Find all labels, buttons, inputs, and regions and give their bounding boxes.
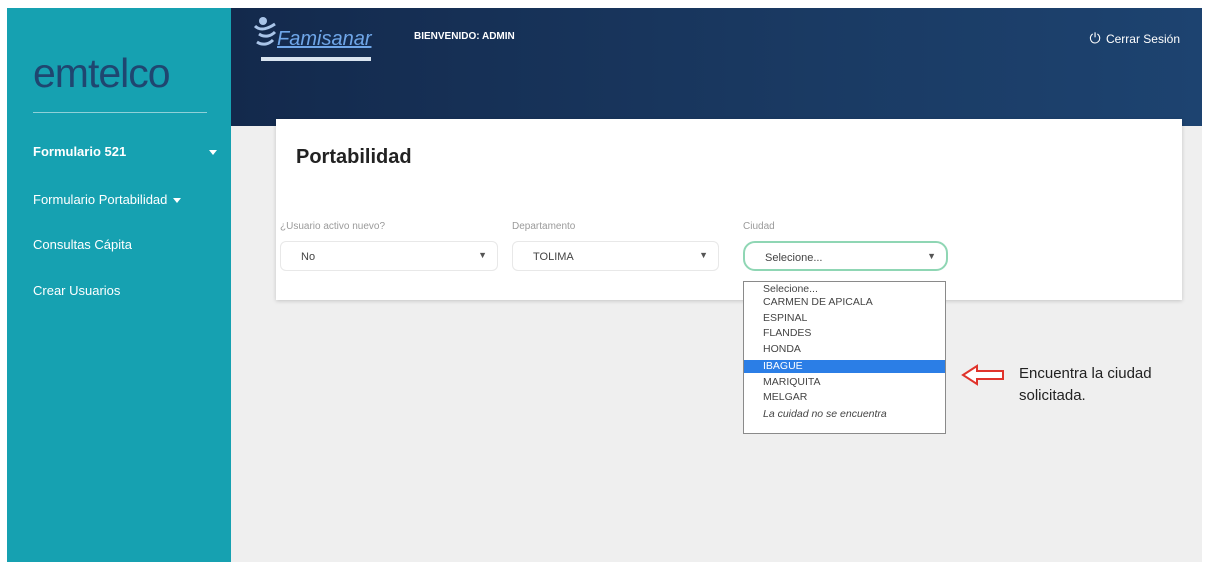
portabilidad-card: Portabilidad ¿Usuario activo nuevo? No ▼…	[276, 119, 1182, 300]
chevron-down-icon: ▼	[478, 250, 487, 260]
select-value: Selecione...	[765, 252, 823, 264]
power-icon: ⏻	[1089, 30, 1101, 46]
ciudad-dropdown-list: Selecione... CARMEN DE APICALA ESPINAL F…	[743, 281, 946, 434]
sidebar-item-crear-usuarios[interactable]: Crear Usuarios	[33, 283, 120, 298]
emtelco-logo: emtelco	[33, 50, 171, 96]
logout-button[interactable]: ⏻ Cerrar Sesión	[1090, 30, 1180, 47]
sidebar-item-label: Formulario 521	[33, 144, 127, 159]
option-ibague[interactable]: IBAGUE	[744, 360, 945, 373]
option-melgar[interactable]: MELGAR	[744, 391, 945, 404]
chevron-down-icon: ▼	[699, 250, 708, 260]
brand-underline	[261, 57, 371, 61]
page-title: Portabilidad	[296, 146, 412, 168]
option-carmen-de-apicala[interactable]: CARMEN DE APICALA	[744, 296, 945, 309]
usuario-activo-label: ¿Usuario activo nuevo?	[280, 221, 386, 232]
famisanar-brand: Famisanar	[277, 28, 372, 50]
option-mariquita[interactable]: MARIQUITA	[744, 376, 945, 389]
annotation-line-1: Encuentra la ciudad	[1019, 365, 1152, 382]
sidebar-item-consultas-capita[interactable]: Consultas Cápita	[33, 237, 132, 252]
annotation-text: Encuentra la ciudad solicitada.	[1019, 363, 1152, 407]
caret-down-icon	[209, 150, 217, 155]
famisanar-logo-icon	[251, 16, 279, 60]
option-honda[interactable]: HONDA	[744, 343, 945, 356]
departamento-select[interactable]: TOLIMA ▼	[512, 241, 719, 271]
option-flandes[interactable]: FLANDES	[744, 327, 945, 340]
usuario-activo-select[interactable]: No ▼	[280, 241, 498, 271]
select-value: TOLIMA	[533, 251, 574, 263]
option-espinal[interactable]: ESPINAL	[744, 312, 945, 325]
welcome-text: BIENVENIDO: ADMIN	[414, 31, 515, 42]
sidebar-item-label: Formulario Portabilidad	[33, 192, 168, 207]
ciudad-select[interactable]: Selecione... ▼	[743, 241, 948, 271]
logo-divider	[33, 112, 207, 113]
sidebar: emtelco Formulario 521 Formulario Portab…	[7, 8, 231, 562]
sidebar-item-formulario-portabilidad[interactable]: Formulario Portabilidad	[33, 192, 182, 207]
ciudad-label: Ciudad	[743, 221, 775, 232]
logout-label: Cerrar Sesión	[1105, 32, 1180, 46]
departamento-label: Departamento	[512, 221, 576, 232]
sidebar-item-formulario-521[interactable]: Formulario 521	[33, 144, 217, 159]
sidebar-item-label: Crear Usuarios	[33, 283, 121, 298]
top-header: Famisanar BIENVENIDO: ADMIN ⏻ Cerrar Ses…	[231, 8, 1202, 126]
annotation-line-2: solicitada.	[1019, 387, 1086, 404]
caret-down-icon	[173, 198, 182, 204]
left-arrow-icon	[961, 364, 1004, 386]
app-frame: emtelco Formulario 521 Formulario Portab…	[7, 8, 1202, 562]
chevron-down-icon: ▼	[927, 251, 936, 261]
option-ciudad-no-encontrada[interactable]: La cuidad no se encuentra	[744, 408, 945, 421]
select-value: No	[301, 251, 316, 263]
sidebar-item-label: Consultas Cápita	[33, 237, 132, 252]
option-selecione[interactable]: Selecione...	[744, 283, 945, 296]
